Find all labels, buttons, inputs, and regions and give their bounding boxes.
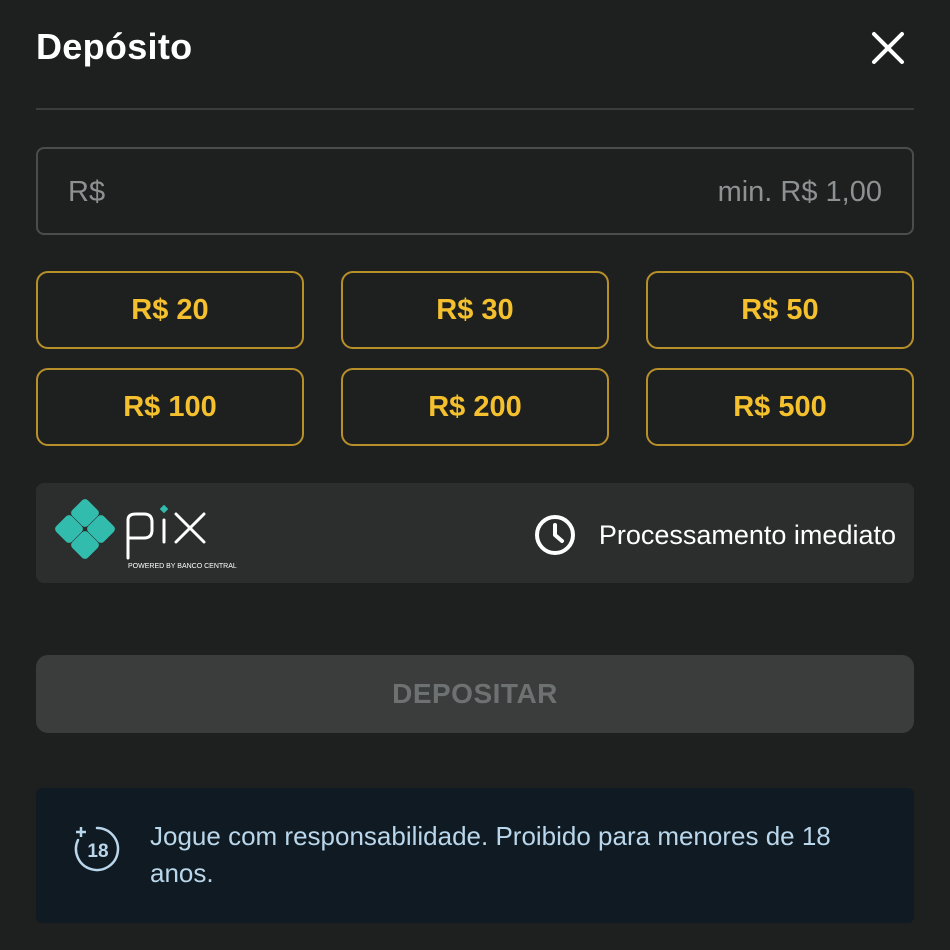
- age-badge-text: 18: [87, 841, 108, 862]
- preset-amount-button[interactable]: R$ 30: [341, 271, 609, 349]
- close-icon: [872, 32, 904, 64]
- min-amount-hint: min. R$ 1,00: [717, 176, 882, 208]
- responsible-gaming-notice: 18 Jogue com responsabilidade. Proibido …: [36, 788, 914, 923]
- currency-prefix: R$: [68, 176, 106, 208]
- amount-field[interactable]: R$ min. R$ 1,00: [36, 147, 914, 235]
- age-18-icon: 18: [74, 826, 120, 872]
- amount-input[interactable]: [128, 167, 568, 217]
- processing-info: Processamento imediato: [533, 513, 896, 557]
- pix-subtext: POWERED BY BANCO CENTRAL: [128, 563, 237, 570]
- close-button[interactable]: [868, 28, 908, 68]
- processing-text: Processamento imediato: [598, 519, 896, 550]
- preset-amount-button[interactable]: R$ 100: [36, 368, 304, 446]
- pix-logo: POWERED BY BANCO CENTRAL: [55, 499, 237, 570]
- modal-header: Depósito: [36, 0, 914, 110]
- preset-amount-button[interactable]: R$ 200: [341, 368, 609, 446]
- clock-icon: [534, 515, 575, 555]
- preset-amount-button[interactable]: R$ 20: [36, 271, 304, 349]
- notice-text: Jogue com responsabilidade. Proibido par…: [150, 821, 831, 888]
- payment-method-panel: POWERED BY BANCO CENTRAL Processamento i…: [36, 483, 914, 583]
- preset-amount-button[interactable]: R$ 500: [646, 368, 914, 446]
- page-title: Depósito: [36, 26, 193, 67]
- preset-amounts: R$ 20 R$ 30 R$ 50 R$ 100 R$ 200 R$ 500: [36, 271, 914, 446]
- deposit-button[interactable]: DEPOSITAR: [36, 655, 914, 733]
- preset-amount-button[interactable]: R$ 50: [646, 271, 914, 349]
